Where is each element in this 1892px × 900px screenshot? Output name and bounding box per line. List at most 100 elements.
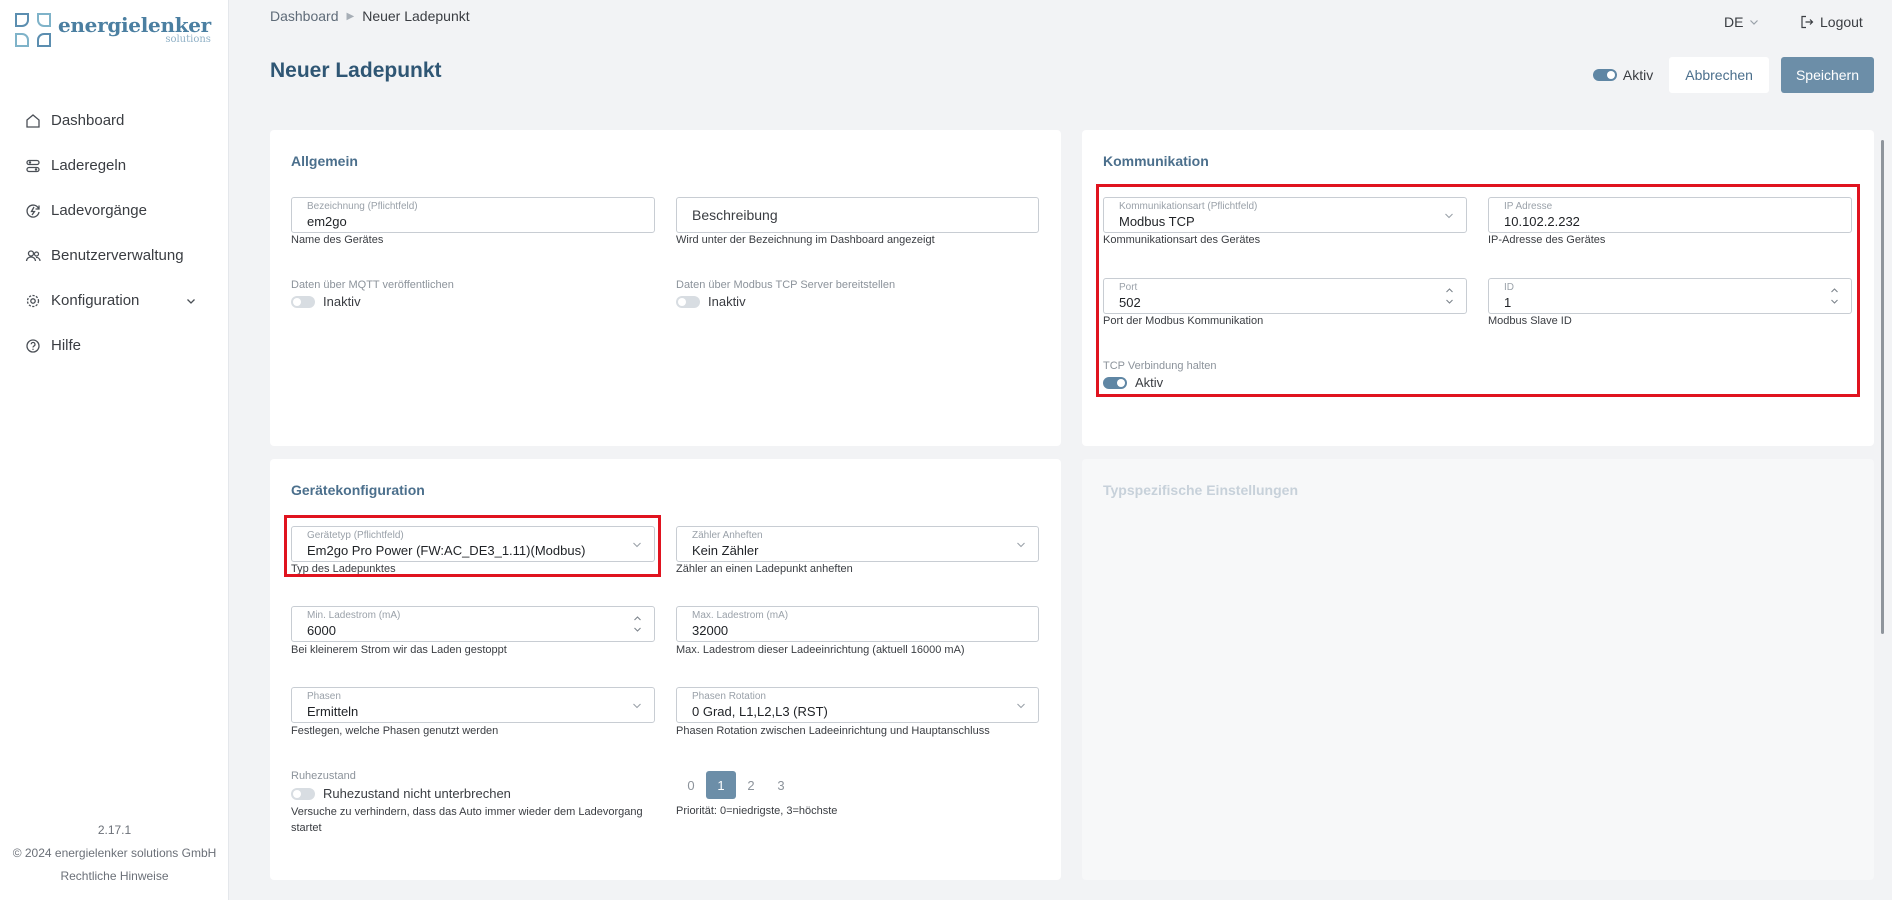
ruhezustand-switch[interactable]: Ruhezustand nicht unterbrechen <box>291 786 511 801</box>
field-value: Ermitteln <box>307 704 359 719</box>
logout-icon <box>1801 15 1814 29</box>
sidebar-item-ladevorgaenge[interactable]: Ladevorgänge <box>0 188 229 233</box>
card-title: Kommunikation <box>1103 153 1209 169</box>
phasen-rotation-select[interactable]: Phasen Rotation 0 Grad, L1,L2,L3 (RST) <box>676 687 1039 723</box>
legal-link[interactable]: Rechtliche Hinweise <box>0 865 229 888</box>
field-label: Phasen <box>307 691 341 702</box>
ruhezustand-state: Ruhezustand nicht unterbrechen <box>323 786 511 801</box>
card-title: Typspezifische Einstellungen <box>1103 482 1299 498</box>
stepper-arrows-icon[interactable] <box>633 613 642 635</box>
page-title: Neuer Ladepunkt <box>270 59 442 82</box>
priority-option-1[interactable]: 1 <box>706 771 736 799</box>
language-value: DE <box>1724 14 1744 30</box>
help-icon <box>26 338 40 353</box>
field-value: Kein Zähler <box>692 543 759 558</box>
card-typspezifisch: Typspezifische Einstellungen <box>1082 459 1874 880</box>
field-value: 6000 <box>307 623 336 638</box>
logo-name: energielenker <box>58 13 211 37</box>
modbus-server-state: Inaktiv <box>708 294 746 309</box>
sidebar-item-label: Benutzerverwaltung <box>51 247 184 264</box>
sidebar-item-konfiguration[interactable]: Konfiguration <box>0 278 229 323</box>
charge-icon <box>26 203 40 218</box>
field-value: em2go <box>307 214 347 229</box>
sidebar-item-hilfe[interactable]: Hilfe <box>0 323 229 368</box>
save-button[interactable]: Speichern <box>1780 57 1874 93</box>
logout-label: Logout <box>1820 14 1863 30</box>
mqtt-toggle[interactable] <box>291 295 315 308</box>
chevron-down-icon <box>633 703 641 709</box>
field-hint: Wird unter der Bezeichnung im Dashboard … <box>676 234 935 246</box>
field-label: Phasen Rotation <box>692 691 766 702</box>
card-title: Gerätekonfiguration <box>291 482 425 498</box>
modbus-server-switch[interactable]: Inaktiv <box>676 294 746 309</box>
active-toggle[interactable] <box>1592 69 1617 81</box>
field-label: Zähler Anheften <box>692 530 763 541</box>
max-ladestrom-field[interactable]: Max. Ladestrom (mA) 32000 <box>676 606 1039 642</box>
mqtt-state: Inaktiv <box>323 294 361 309</box>
logout-button[interactable]: Logout <box>1800 14 1863 30</box>
sidebar-item-label: Hilfe <box>51 337 82 354</box>
breadcrumb-current: Neuer Ladepunkt <box>362 8 470 24</box>
priority-option-2[interactable]: 2 <box>736 771 766 799</box>
field-label: Min. Ladestrom (mA) <box>307 610 401 621</box>
field-hint: Bei kleinerem Strom wir das Laden gestop… <box>291 644 507 656</box>
logo-mark-icon <box>14 12 52 48</box>
zaehler-select[interactable]: Zähler Anheften Kein Zähler <box>676 526 1039 562</box>
sidebar-item-benutzerverwaltung[interactable]: Benutzerverwaltung <box>0 233 229 278</box>
gear-icon <box>26 294 40 307</box>
top-actions: Aktiv Abbrechen Speichern <box>1592 57 1874 93</box>
chevron-down-icon <box>1017 703 1025 709</box>
breadcrumb: Dashboard ▶ Neuer Ladepunkt <box>270 8 470 24</box>
breadcrumb-separator-icon: ▶ <box>346 10 355 22</box>
card-allgemein: Allgemein Bezeichnung (Pflichtfeld) em2g… <box>270 130 1061 446</box>
chevron-down-icon <box>187 298 195 304</box>
chevron-down-icon <box>1017 542 1025 548</box>
breadcrumb-dashboard[interactable]: Dashboard <box>270 8 339 24</box>
field-hint: startet <box>291 822 322 834</box>
scrollbar[interactable] <box>1881 140 1884 634</box>
phasen-select[interactable]: Phasen Ermitteln <box>291 687 655 723</box>
field-hint: Versuche zu verhindern, dass das Auto im… <box>291 806 643 818</box>
modbus-server-label: Daten über Modbus TCP Server bereitstell… <box>676 279 896 291</box>
cancel-button[interactable]: Abbrechen <box>1669 57 1769 93</box>
language-select[interactable]: DE <box>1724 14 1759 30</box>
modbus-server-toggle[interactable] <box>676 295 700 308</box>
copyright-text: © 2024 energielenker solutions GmbH <box>12 846 217 860</box>
logo[interactable]: energielenker solutions <box>14 12 211 48</box>
rules-icon <box>26 159 40 172</box>
card-title: Allgemein <box>291 153 358 169</box>
sidebar-item-label: Ladevorgänge <box>51 202 147 219</box>
field-hint: Festlegen, welche Phasen genutzt werden <box>291 725 499 737</box>
active-toggle-label: Aktiv <box>1622 67 1654 83</box>
priority-selector: 0 1 2 3 <box>676 771 796 799</box>
highlight-kommunikation <box>1096 184 1860 397</box>
sidebar-item-label: Dashboard <box>51 112 125 129</box>
sidebar-nav: Dashboard Laderegeln Ladevorgänge Benutz… <box>0 98 229 368</box>
sidebar-item-dashboard[interactable]: Dashboard <box>0 98 229 143</box>
field-value: 0 Grad, L1,L2,L3 (RST) <box>692 704 828 719</box>
sidebar-item-laderegeln[interactable]: Laderegeln <box>0 143 229 188</box>
field-placeholder: Beschreibung <box>692 207 778 223</box>
mqtt-label: Daten über MQTT veröffentlichen <box>291 279 454 291</box>
mqtt-switch[interactable]: Inaktiv <box>291 294 361 309</box>
field-hint: Zähler an einen Ladepunkt anheften <box>676 563 853 575</box>
ruhezustand-label: Ruhezustand <box>291 770 356 782</box>
sidebar: energielenker solutions Dashboard Ladere… <box>0 0 229 900</box>
priority-option-3[interactable]: 3 <box>766 771 796 799</box>
bezeichnung-field[interactable]: Bezeichnung (Pflichtfeld) em2go <box>291 197 655 233</box>
version-text: 2.17.1 <box>97 823 132 837</box>
ruhezustand-toggle[interactable] <box>291 787 315 800</box>
min-ladestrom-stepper[interactable]: Min. Ladestrom (mA) 6000 <box>291 606 655 642</box>
chevron-down-icon <box>1750 20 1759 25</box>
field-label: Bezeichnung (Pflichtfeld) <box>307 201 418 212</box>
field-hint: Max. Ladestrom dieser Ladeeinrichtung (a… <box>676 644 965 656</box>
field-hint: Name des Gerätes <box>291 234 384 246</box>
priority-hint: Priorität: 0=niedrigste, 3=höchste <box>676 805 838 817</box>
field-hint: Phasen Rotation zwischen Ladeeinrichtung… <box>676 725 990 737</box>
sidebar-item-label: Laderegeln <box>51 157 127 174</box>
home-icon <box>26 113 40 128</box>
users-icon <box>25 249 41 261</box>
priority-option-0[interactable]: 0 <box>676 771 706 799</box>
sidebar-footer: 2.17.1 © 2024 energielenker solutions Gm… <box>0 819 229 888</box>
beschreibung-field[interactable]: Beschreibung <box>676 197 1039 233</box>
